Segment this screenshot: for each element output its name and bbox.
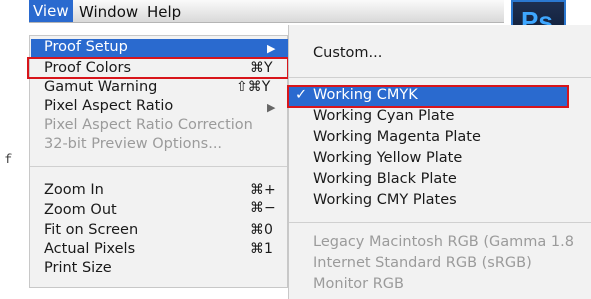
submenu-separator [289, 222, 591, 223]
annotation-box-proof-colors [27, 57, 289, 79]
gamut-warning-shortcut: ⇧⌘Y [236, 79, 271, 95]
submenu-item-working-yellow-plate[interactable]: Working Yellow Plate [313, 150, 462, 166]
menu-item-print-size[interactable]: Print Size [44, 260, 112, 276]
submenu-arrow-icon: ▶ [267, 101, 276, 114]
menu-item-gamut-warning[interactable]: Gamut Warning [44, 79, 157, 95]
menu-item-actual-pixels[interactable]: Actual Pixels [44, 241, 135, 257]
menu-help[interactable]: Help [147, 3, 181, 21]
zoom-out-shortcut: ⌘− [250, 200, 276, 216]
menu-separator [30, 166, 287, 167]
menu-item-pixel-aspect-ratio-correction: Pixel Aspect Ratio Correction [44, 117, 253, 133]
menu-window[interactable]: Window [79, 3, 138, 21]
menu-item-pixel-aspect-ratio[interactable]: Pixel Aspect Ratio [44, 98, 173, 114]
submenu-arrow-icon: ▶ [267, 42, 276, 55]
submenu-item-legacy-macintosh-rgb: Legacy Macintosh RGB (Gamma 1.8 [313, 234, 574, 250]
zoom-in-shortcut: ⌘+ [250, 182, 276, 198]
actual-pixels-shortcut: ⌘1 [250, 241, 273, 257]
menu-item-zoom-in[interactable]: Zoom In [44, 182, 104, 198]
submenu-separator [289, 77, 591, 78]
submenu-item-monitor-rgb: Monitor RGB [313, 276, 404, 292]
fit-on-screen-shortcut: ⌘0 [250, 222, 273, 238]
menu-view[interactable]: View [29, 0, 73, 22]
submenu-item-internet-standard-rgb: Internet Standard RGB (sRGB) [313, 255, 532, 271]
submenu-item-working-cyan-plate[interactable]: Working Cyan Plate [313, 108, 454, 124]
submenu-item-working-magenta-plate[interactable]: Working Magenta Plate [313, 129, 481, 145]
menu-item-proof-setup[interactable]: Proof Setup [44, 39, 128, 55]
menu-item-zoom-out[interactable]: Zoom Out [44, 202, 117, 218]
submenu-item-working-black-plate[interactable]: Working Black Plate [313, 171, 457, 187]
proof-setup-submenu: Custom... ✓ Working CMYK Working Cyan Pl… [288, 25, 591, 299]
menu-bar: View Window Help [29, 0, 504, 23]
side-mark: ｆ [2, 152, 15, 166]
menu-item-32bit-preview-options: 32-bit Preview Options... [44, 136, 223, 152]
submenu-item-working-cmy-plates[interactable]: Working CMY Plates [313, 192, 457, 208]
menu-item-fit-on-screen[interactable]: Fit on Screen [44, 222, 138, 238]
annotation-box-working-cmyk [287, 85, 569, 108]
submenu-item-custom[interactable]: Custom... [313, 45, 382, 61]
